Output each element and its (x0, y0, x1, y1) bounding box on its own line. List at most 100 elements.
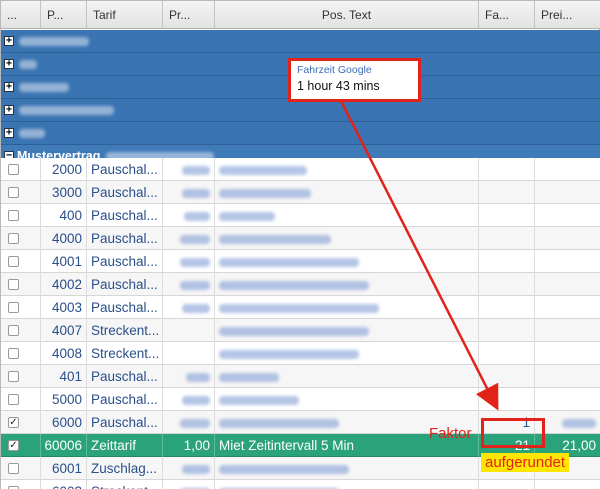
select-cell[interactable] (1, 319, 41, 342)
faktor-annotation: Faktor (429, 425, 472, 442)
row-checkbox[interactable] (8, 325, 19, 336)
col-header-gesamtpreis[interactable]: Prei... (535, 1, 600, 29)
redacted-text (180, 234, 210, 244)
table-row[interactable]: 6002Streckent... (1, 480, 600, 489)
select-cell[interactable] (1, 296, 41, 319)
redacted-text (19, 106, 114, 116)
row-checkbox[interactable] (8, 256, 19, 267)
select-cell[interactable] (1, 480, 41, 489)
tarif-cell: Pauschal... (87, 365, 163, 388)
table-row[interactable]: 5000 Pauschal... (1, 388, 600, 411)
col-header-faktor[interactable]: Fa... (479, 1, 535, 29)
col-header-posnr[interactable]: P... (41, 1, 87, 29)
gesamtpreis-cell (535, 158, 600, 181)
row-checkbox[interactable] (8, 302, 19, 313)
tarif-cell: Pauschal... (87, 181, 163, 204)
row-checkbox[interactable] (8, 348, 19, 359)
tarif-cell: Pauschal... (87, 250, 163, 273)
faktor-cell (479, 319, 535, 342)
pos-nr-cell: 4007 (41, 319, 87, 342)
group-title (17, 99, 114, 122)
preis-cell (163, 480, 215, 489)
expand-icon[interactable]: + (4, 59, 14, 69)
select-cell[interactable] (1, 204, 41, 227)
row-checkbox[interactable]: ✓ (8, 440, 19, 451)
table-row[interactable]: 2000 Pauschal... (1, 158, 600, 181)
gesamtpreis-cell (535, 204, 600, 227)
select-cell[interactable] (1, 181, 41, 204)
faktor-cell (479, 227, 535, 250)
row-checkbox[interactable]: ✓ (8, 417, 19, 428)
select-cell[interactable] (1, 273, 41, 296)
preis-cell (163, 158, 215, 181)
table-row[interactable]: 401 Pauschal... (1, 365, 600, 388)
table-row[interactable]: 3000 Pauschal... (1, 181, 600, 204)
preis-cell (163, 227, 215, 250)
redacted-text (180, 418, 210, 428)
redacted-text (219, 234, 331, 244)
tarif-cell: Pauschal... (87, 273, 163, 296)
faktor-cell (479, 250, 535, 273)
faktor-cell (479, 204, 535, 227)
expand-icon[interactable]: + (4, 128, 14, 138)
pos-text-cell (215, 388, 479, 411)
col-header-pos-text[interactable]: Pos. Text (215, 1, 479, 29)
gesamtpreis-cell (535, 319, 600, 342)
table-row[interactable]: 4002 Pauschal... (1, 273, 600, 296)
select-cell[interactable]: ✓ (1, 411, 41, 434)
group-header[interactable]: + (1, 99, 600, 122)
select-cell[interactable] (1, 342, 41, 365)
redacted-text (19, 60, 37, 70)
redacted-text (19, 83, 69, 93)
row-checkbox[interactable] (8, 394, 19, 405)
pos-text-cell (215, 158, 479, 181)
table-row[interactable]: 4007 Streckent... (1, 319, 600, 342)
pos-text-cell (215, 342, 479, 365)
row-checkbox[interactable] (8, 279, 19, 290)
pos-text-cell (215, 204, 479, 227)
select-cell[interactable] (1, 365, 41, 388)
table-row[interactable]: 4000 Pauschal... (1, 227, 600, 250)
group-header[interactable]: + (1, 122, 600, 145)
col-header-select[interactable]: ... (1, 1, 41, 29)
preis-cell (163, 296, 215, 319)
select-cell[interactable] (1, 457, 41, 480)
redacted-text (219, 280, 369, 290)
redacted-text (219, 188, 311, 198)
select-cell[interactable]: ✓ (1, 434, 41, 457)
expand-icon[interactable]: + (4, 82, 14, 92)
select-cell[interactable] (1, 158, 41, 181)
tarif-cell: Zuschlag... (87, 457, 163, 480)
table-row[interactable]: 4008 Streckent... (1, 342, 600, 365)
gesamtpreis-cell (535, 250, 600, 273)
faktor-cell (479, 388, 535, 411)
select-cell[interactable] (1, 227, 41, 250)
pos-text-cell (215, 457, 479, 480)
table-row[interactable]: 4003 Pauschal... (1, 296, 600, 319)
expand-icon[interactable]: + (4, 36, 14, 46)
row-checkbox[interactable] (8, 187, 19, 198)
redacted-text (219, 418, 339, 428)
select-cell[interactable] (1, 250, 41, 273)
gesamtpreis-cell (535, 181, 600, 204)
row-checkbox[interactable] (8, 233, 19, 244)
row-checkbox[interactable] (8, 463, 19, 474)
table-row[interactable]: 400 Pauschal... (1, 204, 600, 227)
pos-text-cell (215, 250, 479, 273)
group-header[interactable]: + (1, 30, 600, 53)
col-header-preis[interactable]: Pr... (163, 1, 215, 29)
row-checkbox[interactable] (8, 164, 19, 175)
col-header-tarif[interactable]: Tarif (87, 1, 163, 29)
pos-nr-cell: 60006 (41, 434, 87, 457)
table-row[interactable]: 4001 Pauschal... (1, 250, 600, 273)
row-checkbox[interactable] (8, 210, 19, 221)
row-checkbox[interactable] (8, 371, 19, 382)
pos-nr-cell: 6000 (41, 411, 87, 434)
expand-icon[interactable]: + (4, 105, 14, 115)
pos-text-cell (215, 365, 479, 388)
select-cell[interactable] (1, 388, 41, 411)
gesamtpreis-cell (535, 480, 600, 489)
tarif-cell: Streckent... (87, 480, 163, 489)
faktor-cell (479, 273, 535, 296)
redacted-text (182, 165, 210, 175)
